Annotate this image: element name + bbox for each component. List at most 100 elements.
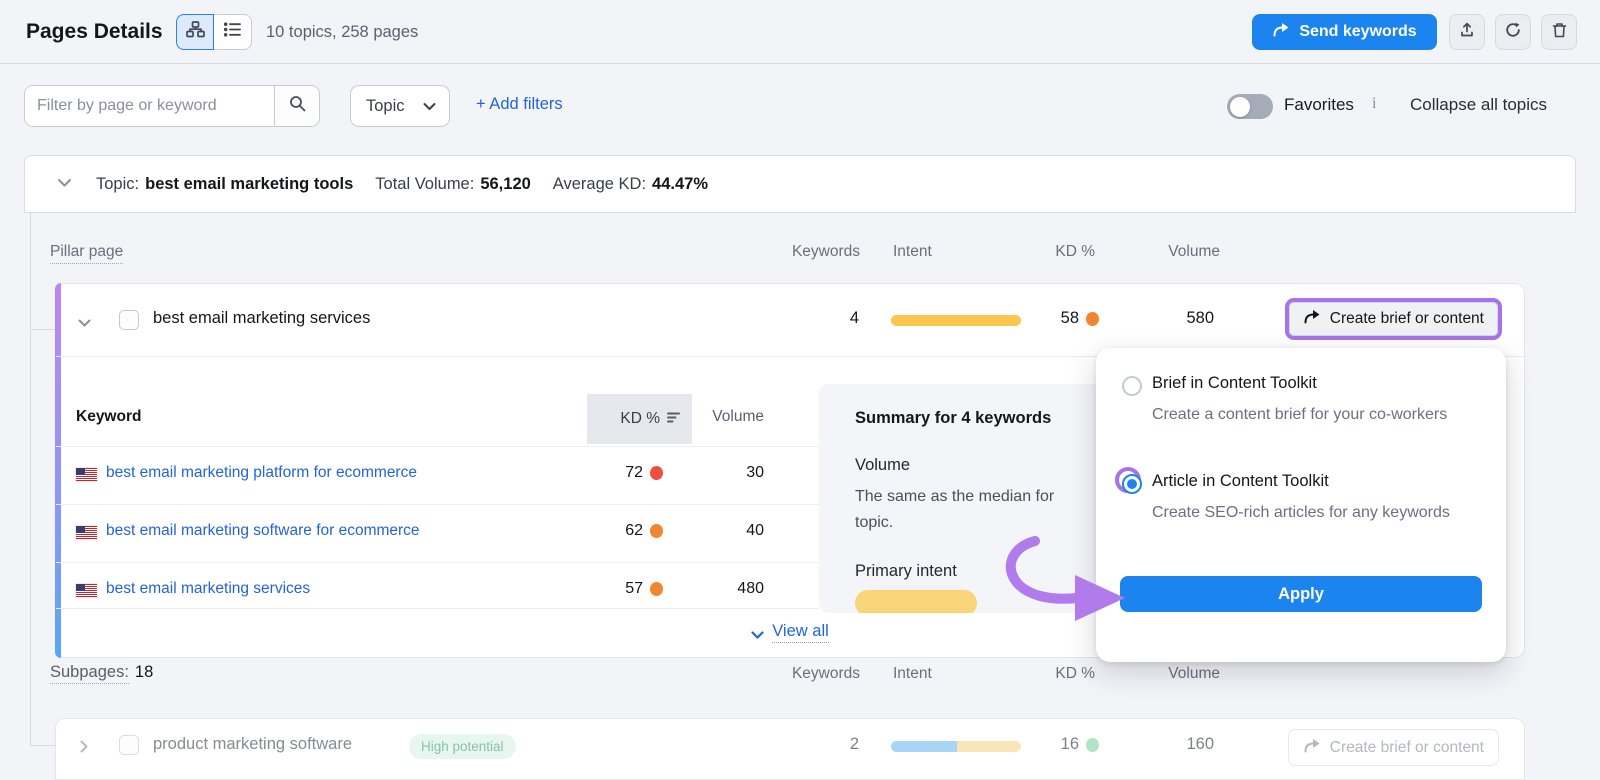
search-submit[interactable]	[274, 86, 319, 126]
collapse-topic-chevron-icon[interactable]	[57, 175, 72, 193]
collapse-all-topics-link[interactable]: Collapse all topics	[1410, 95, 1547, 115]
pillar-page-title[interactable]: best email marketing services	[153, 309, 370, 328]
brief-option-description: Create a content brief for your co-worke…	[1152, 402, 1494, 428]
apply-button[interactable]: Apply	[1120, 576, 1482, 612]
subpage-kd-value-group: 16	[1061, 735, 1099, 754]
subpages-link[interactable]: Subpages:	[50, 663, 129, 684]
summary-title: Summary for 4 keywords	[855, 409, 1051, 428]
favorites-toggle[interactable]	[1227, 94, 1273, 119]
keyword-volume: 30	[746, 464, 764, 482]
list-view-button[interactable]	[214, 14, 252, 50]
keyword-link[interactable]: best email marketing software for ecomme…	[106, 522, 420, 540]
top-toolbar: Pages Details 10 topics, 258	[0, 0, 1600, 64]
kd-sort-column-header[interactable]: KD %	[587, 394, 692, 444]
export-button[interactable]	[1449, 14, 1485, 50]
expand-row-chevron-icon[interactable]	[80, 740, 89, 758]
collapse-row-chevron-icon[interactable]	[78, 315, 91, 333]
info-icon[interactable]: i	[1372, 95, 1376, 113]
favorites-label: Favorites	[1284, 95, 1354, 115]
tree-connector-stub	[30, 329, 55, 330]
keyword-volume: 480	[737, 580, 764, 598]
intent-bar-commercial	[891, 315, 1021, 326]
kd-difficulty-dot-orange	[1086, 312, 1099, 326]
kd-value-group: 62	[625, 522, 663, 540]
search-input[interactable]	[25, 86, 274, 126]
send-keywords-button[interactable]: Send keywords	[1252, 14, 1437, 50]
pillar-page-row: best email marketing services 4 58 580 C…	[56, 284, 1524, 356]
brief-radio-button[interactable]	[1122, 376, 1142, 396]
create-brief-or-content-button[interactable]: Create brief or content	[1289, 302, 1498, 336]
average-kd-value: 44.47%	[652, 175, 708, 194]
topic-label: Topic:	[96, 175, 139, 194]
tree-connector-line	[30, 213, 31, 745]
keyword-link[interactable]: best email marketing platform for ecomme…	[106, 464, 417, 482]
kd-value: 58	[1061, 309, 1079, 328]
subpage-card: product marketing software High potentia…	[55, 718, 1525, 780]
volume-column-header: Volume	[712, 408, 764, 426]
chevron-down-icon	[751, 627, 764, 645]
article-option-description: Create SEO-rich articles for any keyword…	[1152, 500, 1494, 526]
intent-pill-commercial	[855, 590, 977, 613]
intent-bar-mixed	[891, 741, 1021, 752]
delete-button[interactable]	[1541, 14, 1577, 50]
chevron-down-icon	[423, 97, 436, 116]
list-icon	[224, 22, 241, 42]
org-chart-icon	[186, 21, 205, 43]
create-content-popup: Brief in Content Toolkit Create a conten…	[1096, 348, 1506, 662]
intent-informational-segment	[891, 741, 957, 752]
pillar-keywords-count: 4	[850, 309, 859, 328]
total-volume-label: Total Volume:	[375, 175, 474, 194]
high-potential-badge: High potential	[409, 734, 516, 759]
brief-option-label[interactable]: Brief in Content Toolkit	[1152, 374, 1317, 393]
intent-column-header: Intent	[893, 243, 932, 261]
tree-view-button[interactable]	[176, 14, 214, 50]
kd-difficulty-dot-orange	[650, 524, 663, 538]
summary-volume-text: The same as the median for topic.	[855, 484, 1054, 536]
volume-column-header: Volume	[1168, 665, 1220, 683]
sort-descending-icon	[667, 410, 680, 428]
pillar-kd-value-group: 58	[1061, 309, 1099, 328]
total-volume-value: 56,120	[480, 175, 530, 194]
article-radio-button[interactable]	[1122, 474, 1142, 494]
keywords-column-header: Keywords	[792, 243, 860, 261]
pillar-row-checkbox[interactable]	[119, 310, 139, 330]
subpage-keywords-count: 2	[850, 735, 859, 754]
export-icon	[1459, 22, 1475, 43]
view-all-link[interactable]: View all	[772, 622, 829, 643]
subpage-volume: 160	[1186, 735, 1214, 754]
trash-icon	[1552, 22, 1567, 43]
refresh-button[interactable]	[1495, 14, 1531, 50]
kd-column-header: KD %	[1055, 243, 1095, 261]
average-kd-label: Average KD:	[553, 175, 646, 194]
us-flag-icon	[76, 468, 97, 481]
keywords-column-header: Keywords	[792, 665, 860, 683]
us-flag-icon	[76, 584, 97, 597]
subpages-count: 18	[135, 663, 153, 681]
keyword-volume: 40	[746, 522, 764, 540]
tree-connector-stub	[30, 745, 55, 746]
topics-pages-count: 10 topics, 258 pages	[266, 0, 418, 64]
kd-value-group: 72	[625, 464, 663, 482]
topic-filter-dropdown[interactable]: Topic	[350, 85, 450, 127]
subpage-row: product marketing software High potentia…	[56, 719, 1524, 779]
purple-highlight-annotation: Create brief or content	[1285, 298, 1502, 340]
add-filters-link[interactable]: + Add filters	[476, 95, 563, 114]
share-arrow-icon	[1303, 738, 1321, 758]
pillar-volume: 580	[1186, 309, 1214, 328]
keyword-column-header: Keyword	[76, 408, 141, 426]
keyword-row: best email marketing software for ecomme…	[56, 504, 821, 562]
intent-column-header: Intent	[893, 665, 932, 683]
kd-difficulty-dot-green	[1086, 738, 1099, 752]
pillar-page-column-header[interactable]: Pillar page	[50, 243, 123, 264]
subpage-title[interactable]: product marketing software	[153, 735, 352, 754]
subpages-count-label: Subpages: 18	[50, 663, 153, 682]
kd-difficulty-dot-orange	[650, 582, 663, 596]
create-brief-or-content-button-disabled[interactable]: Create brief or content	[1288, 729, 1499, 766]
article-option-label[interactable]: Article in Content Toolkit	[1152, 472, 1329, 491]
subpage-row-checkbox[interactable]	[119, 735, 139, 755]
filter-search-box	[24, 85, 320, 127]
kd-column-header: KD %	[1055, 665, 1095, 683]
page-title: Pages Details	[26, 0, 163, 64]
keyword-row: best email marketing services 57 480	[56, 562, 821, 608]
keyword-link[interactable]: best email marketing services	[106, 580, 310, 598]
